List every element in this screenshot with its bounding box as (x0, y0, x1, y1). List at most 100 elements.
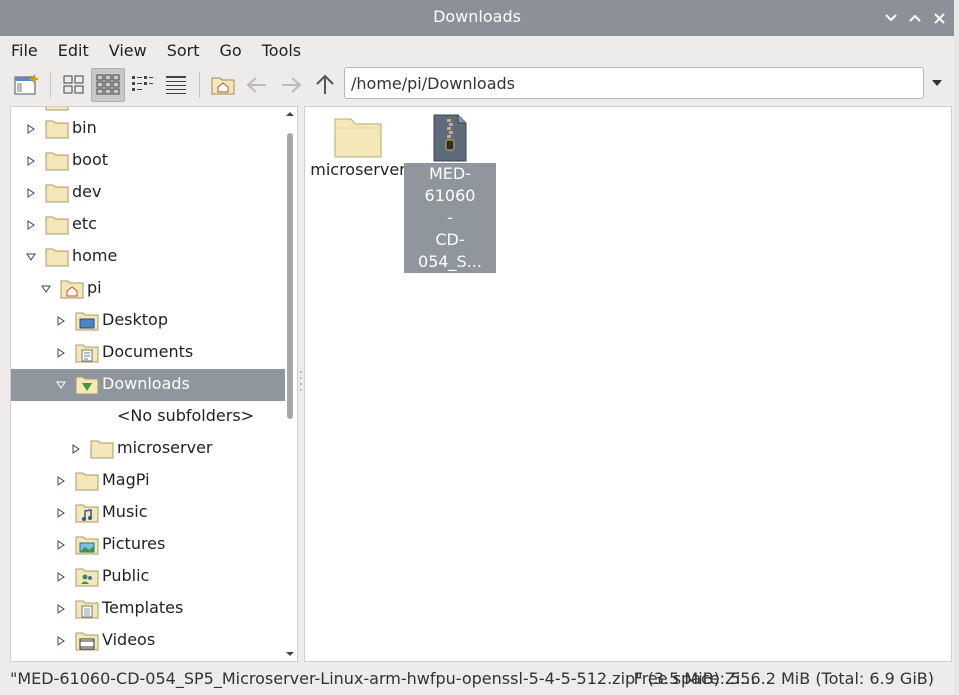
minimize-icon[interactable] (882, 9, 900, 27)
compact-view-button[interactable] (125, 68, 159, 102)
tree-item-dev[interactable]: dev (11, 177, 285, 209)
tree-item-home[interactable]: home (11, 241, 285, 273)
file-view[interactable]: microserver MED-61060 - CD-054_S... (304, 106, 952, 662)
menu-sort[interactable]: Sort (164, 39, 203, 62)
path-input[interactable] (344, 67, 924, 99)
folder-icon (45, 107, 69, 111)
expander-collapsed-icon[interactable] (55, 507, 67, 519)
scroll-up-icon (286, 112, 294, 116)
tree-item-pictures[interactable]: Pictures (11, 529, 285, 561)
tree-item-no-subfolders[interactable]: <No subfolders> (11, 401, 285, 433)
expander-collapsed-icon[interactable] (55, 539, 67, 551)
tree-scroll-thumb[interactable] (287, 133, 293, 419)
expander-collapsed-icon[interactable] (55, 475, 67, 487)
folder-icon (45, 120, 69, 139)
menu-file[interactable]: File (8, 39, 41, 62)
home-folder-icon (211, 77, 235, 95)
tree-item-bin[interactable]: bin (11, 113, 285, 145)
expander-collapsed-icon[interactable] (55, 635, 67, 647)
tree-item-microserver[interactable]: microserver (11, 433, 285, 465)
expander-expanded-icon[interactable] (55, 379, 67, 391)
tree-item-label: <No subfolders> (117, 406, 255, 425)
up-button[interactable] (308, 68, 342, 102)
templates-folder-icon (75, 600, 99, 619)
list-view-icon (166, 76, 186, 94)
tree-item-documents[interactable]: Documents (11, 337, 285, 369)
file-label-line: - (447, 208, 453, 227)
back-button[interactable] (240, 68, 274, 102)
statusbar: "MED-61060-CD-054_SP5_Microserver-Linux-… (0, 664, 954, 692)
expander-collapsed-icon[interactable] (55, 315, 67, 327)
file-label-line: CD-054_S... (418, 230, 482, 271)
tree-item-boot[interactable]: boot (11, 145, 285, 177)
videos-folder-icon (75, 632, 99, 651)
public-folder-icon (75, 568, 99, 587)
tree-item-pi[interactable]: pi (11, 273, 285, 305)
tree-item-label: MagPi (102, 470, 150, 489)
downloads-folder-icon (75, 376, 99, 395)
thumbnail-view-icon (96, 74, 120, 95)
expander-expanded-icon[interactable] (40, 283, 52, 295)
tree-item-downloads[interactable]: Downloads (11, 369, 285, 401)
tree-item-public[interactable]: Public (11, 561, 285, 593)
expander-collapsed-icon[interactable] (70, 443, 82, 455)
menu-edit[interactable]: Edit (55, 39, 92, 62)
arrow-right-icon (282, 77, 302, 93)
forward-button[interactable] (274, 68, 308, 102)
expander-expanded-icon[interactable] (25, 251, 37, 263)
expander-collapsed-icon[interactable] (25, 123, 37, 135)
chevron-down-icon (932, 80, 942, 86)
zip-archive-icon (433, 114, 467, 162)
documents-folder-icon (75, 344, 99, 363)
tree-item-label: etc (72, 214, 97, 233)
tree-item-label: Documents (102, 342, 194, 361)
arrow-left-icon (246, 77, 266, 93)
desktop-folder-icon (75, 312, 99, 331)
list-view-button[interactable] (159, 68, 193, 102)
titlebar[interactable]: Downloads (0, 0, 954, 36)
directory-tree[interactable]: bin boot dev etc home pi Desktop Documents Downl… (10, 106, 298, 662)
tree-item-label: boot (72, 150, 109, 169)
menu-view[interactable]: View (106, 39, 150, 62)
tree-item-magpi[interactable]: MagPi (11, 465, 285, 497)
folder-icon (45, 152, 69, 171)
menu-go[interactable]: Go (217, 39, 245, 62)
file-item-microserver[interactable]: microserver (310, 115, 406, 181)
close-icon[interactable] (930, 9, 948, 27)
home-folder-icon (60, 280, 84, 299)
expander-collapsed-icon[interactable] (55, 347, 67, 359)
toolbar-separator (199, 72, 200, 98)
thumbnail-view-button[interactable] (91, 68, 125, 102)
tree-item-label: Public (102, 566, 150, 585)
tree-item-etc[interactable]: etc (11, 209, 285, 241)
tree-item-label: dev (72, 182, 102, 201)
toolbar-separator (50, 72, 51, 98)
expander-collapsed-icon[interactable] (25, 155, 37, 167)
pictures-folder-icon (75, 536, 99, 555)
maximize-icon[interactable] (906, 9, 924, 27)
tree-item-templates[interactable]: Templates (11, 593, 285, 625)
home-button[interactable] (206, 68, 240, 102)
expander-collapsed-icon[interactable] (55, 571, 67, 583)
tree-scrollbar[interactable] (285, 107, 295, 661)
tree-item-music[interactable]: Music (11, 497, 285, 529)
compact-view-icon (132, 76, 153, 91)
tree-item-desktop[interactable]: Desktop (11, 305, 285, 337)
folder-icon (45, 184, 69, 203)
expander-collapsed-icon[interactable] (25, 219, 37, 231)
icon-view-button[interactable] (57, 68, 91, 102)
file-manager-window: Downloads File Edit View Sort Go Tools /… (0, 0, 954, 695)
tree-item-label: microserver (117, 438, 213, 457)
expander-collapsed-icon[interactable] (55, 603, 67, 615)
expander-collapsed-icon[interactable] (25, 187, 37, 199)
menu-tools[interactable]: Tools (259, 39, 304, 62)
icon-view-icon (63, 75, 84, 94)
scroll-down-icon (286, 652, 294, 656)
file-item-zip[interactable]: MED-61060 - CD-054_S... (403, 113, 497, 273)
new-window-button[interactable] (10, 68, 44, 102)
status-free-space: Free space: 556.2 MiB (Total: 6.9 GiB) (633, 668, 934, 688)
tree-item-videos[interactable]: Videos (11, 625, 285, 657)
window-controls (882, 0, 948, 36)
path-history-dropdown[interactable] (926, 67, 948, 99)
file-label-block: MED-61060 - CD-054_S... (404, 163, 496, 273)
